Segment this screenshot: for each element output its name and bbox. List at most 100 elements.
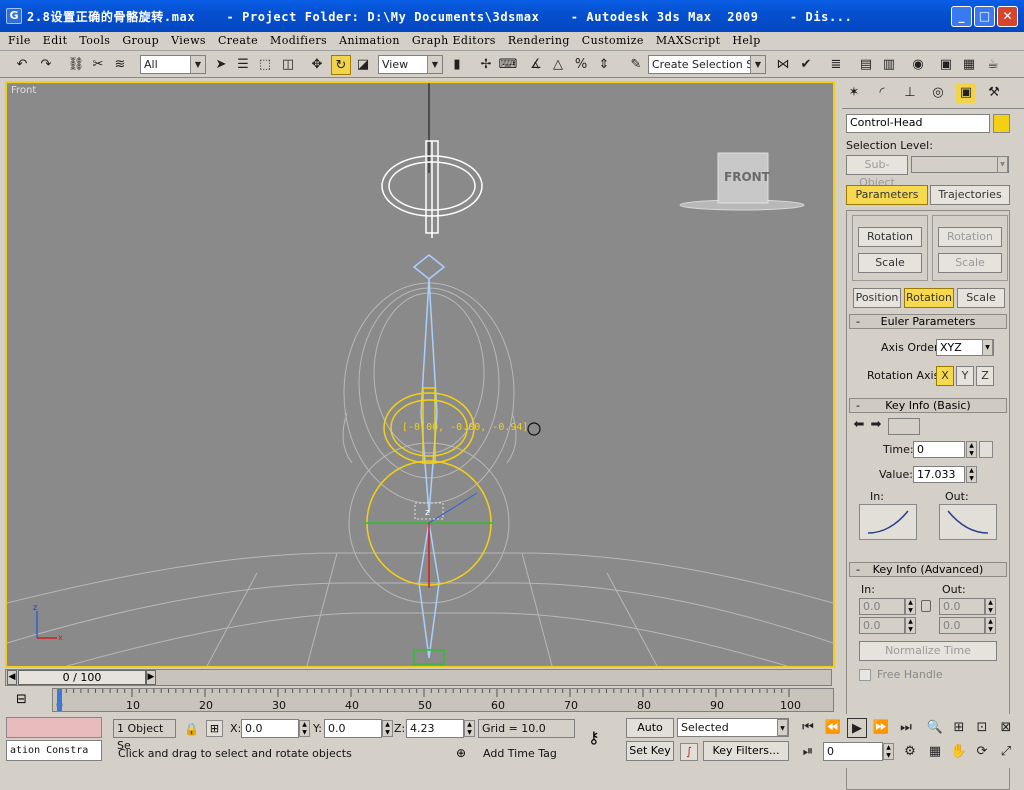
- hierarchy-tab-icon[interactable]: ⊥: [900, 83, 920, 103]
- select-link-icon[interactable]: ⛓: [66, 55, 86, 75]
- menu-edit[interactable]: Edit: [35, 32, 72, 47]
- time-lock-button[interactable]: [979, 441, 993, 458]
- unlink-icon[interactable]: ✂: [88, 55, 108, 75]
- adv-in-field-1[interactable]: 0.0: [859, 598, 905, 615]
- rotation-axis-x-button[interactable]: X: [936, 366, 954, 386]
- normalize-time-button[interactable]: Normalize Time: [859, 641, 997, 661]
- menu-file[interactable]: File: [0, 32, 35, 47]
- close-button[interactable]: ✕: [997, 6, 1018, 27]
- key-mode-toggle-icon[interactable]: ⏯: [798, 742, 818, 762]
- zoom-all-icon[interactable]: ⊞: [949, 718, 969, 738]
- angle-snap-icon[interactable]: △: [548, 55, 568, 75]
- time-tag-icon[interactable]: ⊕: [456, 746, 472, 762]
- maxscript-listener-field[interactable]: ation Constra: [6, 740, 102, 761]
- menu-group[interactable]: Group: [114, 32, 163, 47]
- key-filters-button[interactable]: Key Filters...: [703, 741, 789, 761]
- named-selection-dropdown[interactable]: Create Selection Set ▼: [648, 55, 766, 74]
- set-key-button[interactable]: Set Key: [626, 741, 674, 761]
- rotate-icon[interactable]: ↻: [331, 55, 351, 75]
- previous-frame-icon[interactable]: ⏪: [823, 718, 843, 738]
- menu-help[interactable]: Help: [724, 32, 764, 47]
- absolute-mode-icon[interactable]: ⊞: [206, 720, 223, 737]
- x-spinner[interactable]: ▲ ▼: [299, 720, 310, 737]
- z-spinner[interactable]: ▲ ▼: [464, 720, 475, 737]
- out-tangent-button[interactable]: [939, 504, 997, 540]
- scale-button[interactable]: Scale: [957, 288, 1005, 308]
- add-time-tag-button[interactable]: Add Time Tag: [483, 747, 557, 760]
- go-to-end-icon[interactable]: ⏭: [896, 718, 916, 738]
- in-tangent-button[interactable]: [859, 504, 917, 540]
- axis-order-dropdown[interactable]: XYZ ▼: [936, 339, 994, 356]
- chevron-left-icon[interactable]: ◀: [7, 670, 17, 685]
- motion-tab-icon[interactable]: ◎: [928, 83, 948, 103]
- percent-snap-icon[interactable]: %: [571, 55, 591, 75]
- ref-coord-dropdown[interactable]: View ▼: [378, 55, 443, 74]
- maximize-viewport-icon[interactable]: ⤢: [996, 742, 1016, 762]
- object-color-swatch[interactable]: [993, 114, 1010, 133]
- parameters-tab[interactable]: Parameters: [846, 185, 928, 205]
- go-to-start-icon[interactable]: ⏮: [798, 718, 818, 738]
- z-coordinate-field[interactable]: 4.23: [406, 719, 464, 738]
- menu-modifiers[interactable]: Modifiers: [262, 32, 331, 47]
- object-name-field[interactable]: Control-Head: [846, 114, 990, 133]
- menu-maxscript[interactable]: MAXScript: [648, 32, 725, 47]
- spinner-snap-icon[interactable]: ⇕: [594, 55, 614, 75]
- next-frame-icon[interactable]: ⏩: [871, 718, 891, 738]
- window-crossing-icon[interactable]: ◫: [278, 55, 298, 75]
- manipulate-icon[interactable]: ✢: [476, 55, 496, 75]
- menu-animation[interactable]: Animation: [331, 32, 404, 47]
- select-object-icon[interactable]: ➤: [211, 55, 231, 75]
- x-coordinate-field[interactable]: 0.0: [241, 719, 299, 738]
- delete-rotation-key-button[interactable]: Rotation: [938, 227, 1002, 247]
- sub-object-dropdown[interactable]: ▼: [911, 156, 1009, 173]
- zoom-extents-icon[interactable]: ⊡: [972, 718, 992, 738]
- undo-icon[interactable]: ↶: [12, 55, 32, 75]
- maxscript-listener-pink[interactable]: [6, 717, 102, 738]
- front-viewport[interactable]: Front z [-0.00, -0.00, -0.94] z x FRONT: [5, 81, 835, 668]
- lock-selection-icon[interactable]: 🔒: [184, 722, 199, 736]
- menu-views[interactable]: Views: [163, 32, 210, 47]
- play-icon[interactable]: ▶: [847, 718, 867, 738]
- time-slider-thumb[interactable]: 0 / 100: [18, 670, 146, 685]
- material-editor-icon[interactable]: ◉: [908, 55, 928, 75]
- value-field[interactable]: 17.033: [913, 466, 965, 483]
- adv-out-spinner-1[interactable]: ▲ ▼: [985, 598, 996, 615]
- motion-rollouts[interactable]: Rotation Rotation Scale Scale Position R…: [846, 210, 1010, 790]
- menu-create[interactable]: Create: [210, 32, 262, 47]
- adv-in-field-2[interactable]: 0.0: [859, 617, 905, 634]
- quick-render-icon[interactable]: ☕: [983, 55, 1003, 75]
- adv-out-field-2[interactable]: 0.0: [939, 617, 985, 634]
- track-bar-menu-icon[interactable]: ⊟: [16, 692, 27, 707]
- free-handle-checkbox[interactable]: [859, 669, 871, 681]
- trajectories-tab[interactable]: Trajectories: [930, 185, 1010, 205]
- render-setup-icon[interactable]: ▣: [936, 55, 956, 75]
- zoom-icon[interactable]: 🔍: [925, 718, 945, 738]
- adv-out-field-1[interactable]: 0.0: [939, 598, 985, 615]
- pan-icon[interactable]: ✋: [949, 742, 969, 762]
- create-tab-icon[interactable]: ✶: [844, 83, 864, 103]
- time-configuration-icon[interactable]: ⚙: [900, 742, 920, 762]
- rotation-button[interactable]: Rotation: [904, 288, 954, 308]
- region-zoom-icon[interactable]: ▦: [925, 742, 945, 762]
- utilities-tab-icon[interactable]: ⚒: [984, 83, 1004, 103]
- y-spinner[interactable]: ▲ ▼: [382, 720, 393, 737]
- y-coordinate-field[interactable]: 0.0: [324, 719, 382, 738]
- current-frame-field[interactable]: 0: [823, 742, 883, 761]
- euler-parameters-rollout[interactable]: - Euler Parameters: [849, 314, 1007, 329]
- previous-key-icon[interactable]: ⬅: [851, 417, 867, 433]
- viewcube-label[interactable]: FRONT: [724, 170, 771, 184]
- menu-graph-editors[interactable]: Graph Editors: [404, 32, 500, 47]
- schematic-view-icon[interactable]: ▥: [879, 55, 899, 75]
- default-tangent-icon[interactable]: ∫: [680, 743, 698, 761]
- edit-named-selection-icon[interactable]: ✎: [626, 55, 646, 75]
- layer-manager-icon[interactable]: ≣: [826, 55, 846, 75]
- time-spinner[interactable]: ▲ ▼: [966, 441, 977, 458]
- position-button[interactable]: Position: [853, 288, 901, 308]
- rect-selection-icon[interactable]: ⬚: [255, 55, 275, 75]
- value-spinner[interactable]: ▲ ▼: [966, 466, 977, 483]
- maximize-button[interactable]: □: [974, 6, 995, 27]
- align-icon[interactable]: ✔: [796, 55, 816, 75]
- pivot-center-icon[interactable]: ▮: [447, 55, 467, 75]
- menu-rendering[interactable]: Rendering: [500, 32, 574, 47]
- select-by-name-icon[interactable]: ☰: [233, 55, 253, 75]
